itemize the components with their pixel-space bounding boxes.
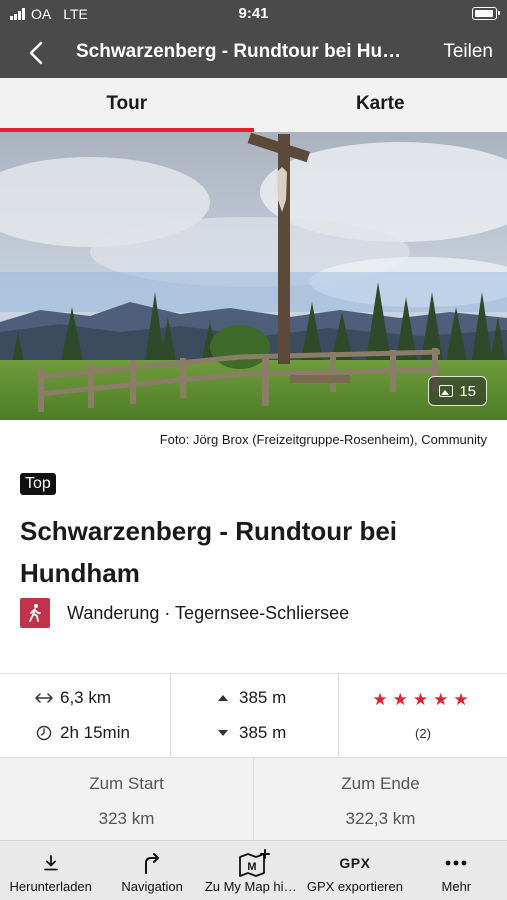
download-icon: [0, 851, 101, 875]
to-start-label: Zum Start: [89, 774, 164, 793]
tab-map[interactable]: Karte: [254, 78, 507, 132]
stats-distance-duration: 6,3 km 2h 15min: [0, 674, 171, 757]
back-button[interactable]: [22, 38, 52, 68]
duration-value: 2h 15min: [60, 723, 130, 742]
descent-row: 385 m: [213, 723, 286, 743]
to-start-value: 323 km: [98, 809, 155, 828]
rating-stars-icon: ★★★★★: [372, 690, 474, 709]
download-label: Herunterladen: [9, 879, 92, 894]
ascent-arrow-icon: [213, 694, 233, 702]
navigation-bar: Schwarzenberg - Rundtour bei Hundham Tei…: [0, 28, 507, 78]
photo-count: 15: [459, 382, 476, 400]
gpx-export-label: GPX exportieren: [306, 879, 403, 894]
page-title: Schwarzenberg - Rundtour bei Hundham: [76, 41, 410, 62]
hiking-icon: [20, 598, 50, 628]
tab-bar: Tour Karte: [0, 78, 507, 132]
distance-arrows-icon: [34, 692, 54, 704]
gpx-export-button[interactable]: GPX GPX exportieren: [304, 841, 405, 900]
turn-right-icon: [101, 851, 202, 875]
descent-arrow-icon: [213, 729, 233, 737]
stats-rating[interactable]: ★★★★★ (2): [339, 674, 507, 757]
image-icon: [439, 385, 454, 397]
add-to-mymap-button[interactable]: M Zu My Map hinzufügen: [203, 841, 304, 900]
bottom-toolbar: Herunterladen Navigation M Zu My Map hin…: [0, 840, 507, 900]
to-end[interactable]: Zum Ende 322,3 km: [253, 758, 507, 840]
rating-count: (2): [415, 726, 431, 741]
ascent-row: 385 m: [213, 688, 286, 708]
tour-photo[interactable]: 15: [0, 132, 507, 420]
chevron-left-icon: [29, 41, 43, 65]
tab-tour[interactable]: Tour: [0, 78, 254, 132]
to-end-label: Zum Ende: [341, 774, 420, 793]
top-badge: Top: [20, 473, 56, 495]
duration-row: 2h 15min: [34, 723, 130, 743]
tour-title: Schwarzenberg - Rundtour bei Hundham: [20, 516, 398, 588]
stats-elevation: 385 m 385 m: [171, 674, 339, 757]
status-bar: OA LTE 9:41: [0, 0, 507, 28]
to-start[interactable]: Zum Start 323 km: [0, 758, 253, 840]
more-label: Mehr: [441, 879, 472, 894]
share-button[interactable]: Teilen: [443, 41, 493, 63]
more-dots-icon: [406, 851, 507, 875]
battery-icon: [472, 7, 500, 20]
distance-row: 6,3 km: [34, 688, 111, 708]
more-button[interactable]: Mehr: [406, 841, 507, 900]
navigation-button[interactable]: Navigation: [101, 841, 202, 900]
photo-credit: Foto: Jörg Brox (Freizeitgruppe-Rosenhei…: [159, 432, 487, 447]
descent-value: 385 m: [239, 723, 287, 742]
distance-to-tour: Zum Start 323 km Zum Ende 322,3 km: [0, 758, 507, 840]
status-time: 9:41: [238, 5, 269, 22]
mymap-add-icon: M: [203, 849, 304, 877]
download-button[interactable]: Herunterladen: [0, 841, 101, 900]
navigation-label: Navigation: [121, 879, 183, 894]
svg-text:M: M: [247, 861, 256, 873]
clock-icon: [34, 725, 54, 741]
photo-gallery-button[interactable]: 15: [428, 376, 487, 406]
to-end-value: 322,3 km: [345, 809, 416, 828]
tour-category: Wanderung · Tegernsee-Schliersee: [20, 598, 349, 628]
gpx-icon: GPX: [304, 851, 405, 875]
ascent-value: 385 m: [239, 688, 287, 707]
gpx-icon-text: GPX: [339, 855, 371, 871]
add-to-mymap-label: Zu My Map hinzufügen: [204, 879, 303, 894]
category-label: Wanderung · Tegernsee-Schliersee: [67, 602, 350, 623]
tour-stats: 6,3 km 2h 15min 385 m 385 m ★★★★★ (2): [0, 673, 507, 758]
distance-value: 6,3 km: [60, 688, 112, 707]
